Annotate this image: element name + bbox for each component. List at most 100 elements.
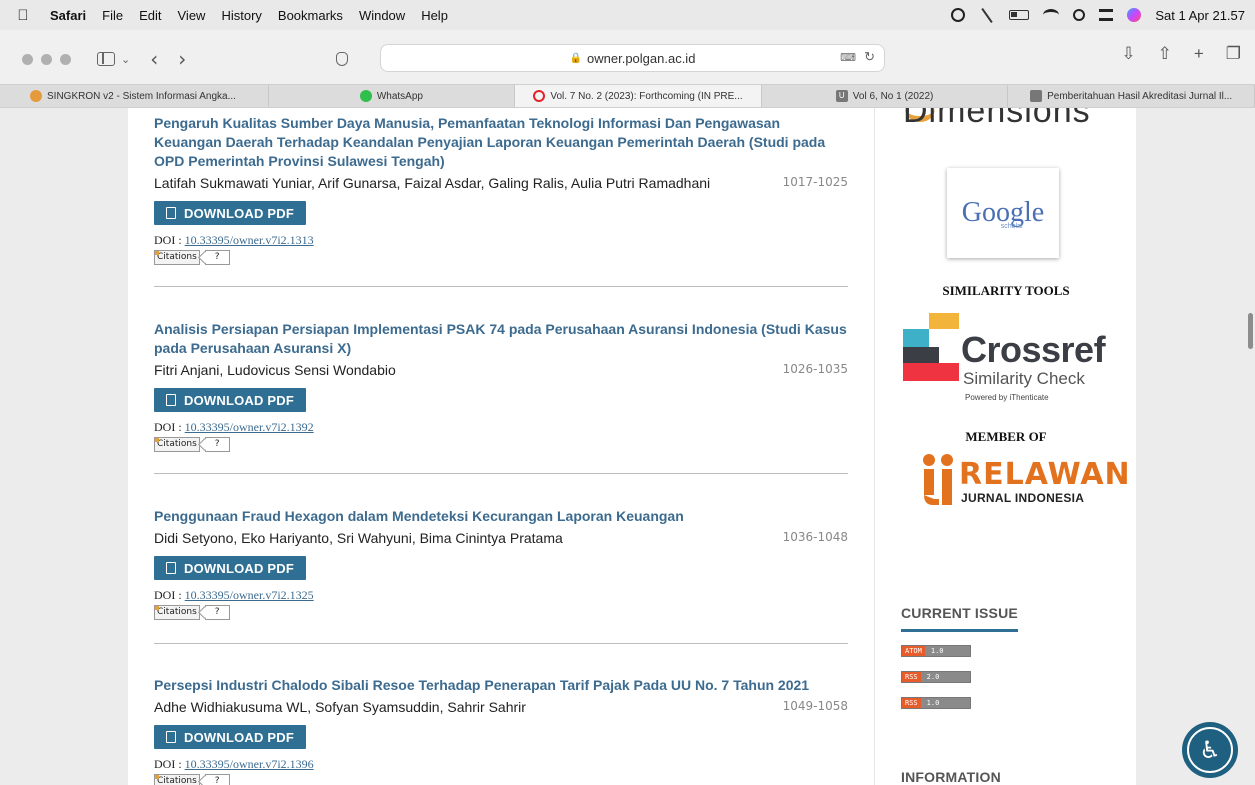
battery-icon[interactable] — [1009, 10, 1030, 20]
menu-app-safari[interactable]: Safari — [50, 8, 86, 23]
citations-badge[interactable]: Citations ? — [154, 774, 848, 785]
macos-menubar:  Safari File Edit View History Bookmark… — [0, 0, 1255, 30]
menu-help[interactable]: Help — [421, 8, 448, 23]
close-window-button[interactable] — [22, 53, 33, 65]
citations-badge[interactable]: Citations ? — [154, 250, 848, 265]
download-pdf-button[interactable]: DOWNLOAD PDF — [154, 556, 306, 580]
menu-window[interactable]: Window — [359, 8, 405, 23]
menu-history[interactable]: History — [221, 8, 261, 23]
sidebar-toggle-icon[interactable] — [97, 52, 115, 66]
reload-icon[interactable]: ↻ — [864, 49, 875, 65]
article-authors: Adhe Widhiakusuma WL, Sofyan Syamsuddin,… — [154, 699, 526, 715]
doi-link[interactable]: 10.33395/owner.v7i2.1313 — [185, 233, 314, 247]
article-separator — [154, 286, 848, 287]
privacy-shield-icon[interactable] — [336, 52, 349, 66]
tab-vol6[interactable]: U Vol 6, No 1 (2022) — [762, 85, 1009, 107]
relawan-jurnal-logo[interactable]: RELAWAN JURNAL INDONESIA — [921, 453, 1130, 513]
article-title[interactable]: Persepsi Industri Chalodo Sibali Resoe T… — [154, 676, 848, 695]
crossref-powered: Powered by iThenticate — [965, 393, 1049, 402]
minimize-window-button[interactable] — [41, 53, 52, 65]
tab-label: Vol. 7 No. 2 (2023): Forthcoming (IN PRE… — [550, 90, 743, 102]
tab-label: Vol 6, No 1 (2022) — [852, 90, 934, 102]
tab-singkron[interactable]: SINGKRON v2 - Sistem Informasi Angka... — [0, 85, 269, 107]
article-item: Persepsi Industri Chalodo Sibali Resoe T… — [154, 676, 848, 785]
lock-icon: 🔒 — [569, 52, 583, 64]
article-item: Pengaruh Kualitas Sumber Daya Manusia, P… — [154, 114, 848, 265]
article-pages: 1017-1025 — [782, 175, 848, 189]
doi-label: DOI : — [154, 588, 182, 602]
tab-akreditasi[interactable]: Pemberitahuan Hasil Akreditasi Jurnal Il… — [1008, 85, 1255, 107]
similarity-tools-heading: SIMILARITY TOOLS — [942, 283, 1070, 298]
tab-owner-journal[interactable]: Vol. 7 No. 2 (2023): Forthcoming (IN PRE… — [515, 85, 762, 107]
article-title[interactable]: Pengaruh Kualitas Sumber Daya Manusia, P… — [154, 114, 848, 171]
tab-overview-icon[interactable]: ❐ — [1226, 44, 1241, 64]
doi-label: DOI : — [154, 757, 182, 771]
scholar-wordmark: scholar — [1000, 222, 1024, 230]
dimensions-logo[interactable]: Dimensions — [903, 108, 1091, 131]
article-item: Penggunaan Fraud Hexagon dalam Mendeteks… — [154, 507, 848, 620]
tab-whatsapp[interactable]: WhatsApp — [269, 85, 516, 107]
article-authors: Latifah Sukmawati Yuniar, Arif Gunarsa, … — [154, 175, 711, 191]
toolbar-right-actions: ⇩ ⇧ + ❐ — [1121, 44, 1241, 64]
zoom-window-button[interactable] — [60, 53, 71, 65]
wifi-icon[interactable] — [1043, 9, 1060, 21]
download-pdf-button[interactable]: DOWNLOAD PDF — [154, 388, 306, 412]
menu-edit[interactable]: Edit — [139, 8, 161, 23]
doi-link[interactable]: 10.33395/owner.v7i2.1325 — [185, 588, 314, 602]
article-separator — [154, 473, 848, 474]
download-pdf-button[interactable]: DOWNLOAD PDF — [154, 725, 306, 749]
downloads-icon[interactable]: ⇩ — [1121, 44, 1135, 64]
back-button[interactable]: ‹ — [150, 47, 158, 71]
citations-badge[interactable]: Citations ? — [154, 605, 848, 620]
singkron-favicon-icon — [30, 90, 42, 102]
citations-label: Citations — [154, 605, 200, 620]
menu-view[interactable]: View — [178, 8, 206, 23]
feed-version: 1.0 — [924, 646, 970, 656]
menubar-datetime[interactable]: Sat 1 Apr 21.57 — [1155, 8, 1245, 23]
doi-link[interactable]: 10.33395/owner.v7i2.1392 — [185, 420, 314, 434]
article-pages: 1036-1048 — [782, 530, 848, 544]
citations-label: Citations — [154, 774, 200, 785]
article-authors: Didi Setyono, Eko Hariyanto, Sri Wahyuni… — [154, 530, 563, 546]
citations-label: Citations — [154, 250, 200, 265]
spotlight-search-icon[interactable] — [1073, 9, 1086, 21]
article-title[interactable]: Analisis Persiapan Persiapan Implementas… — [154, 320, 848, 358]
url-text: owner.polgan.ac.id — [587, 50, 696, 66]
menu-bookmarks[interactable]: Bookmarks — [278, 8, 343, 23]
article-doi: DOI : 10.33395/owner.v7i2.1392 — [154, 420, 848, 435]
accessibility-button[interactable]: ♿ — [1182, 722, 1238, 778]
bluetooth-off-icon[interactable] — [979, 8, 995, 22]
feed-key: RSS — [902, 672, 921, 682]
web-viewport: Pengaruh Kualitas Sumber Daya Manusia, P… — [0, 108, 1255, 785]
citations-count: ? — [204, 250, 230, 265]
download-pdf-button[interactable]: DOWNLOAD PDF — [154, 201, 306, 225]
creative-cloud-icon[interactable] — [951, 8, 966, 22]
tab-bar: SINGKRON v2 - Sistem Informasi Angka... … — [0, 84, 1255, 108]
google-scholar-logo[interactable]: Google scholar — [947, 168, 1059, 258]
feed-version: 2.0 — [920, 672, 970, 682]
menu-file[interactable]: File — [102, 8, 123, 23]
member-of-heading: MEMBER OF — [965, 429, 1047, 444]
apple-menu-icon[interactable]:  — [16, 7, 30, 24]
forward-button[interactable]: › — [178, 47, 186, 71]
article-authors: Fitri Anjani, Ludovicus Sensi Wondabio — [154, 362, 396, 378]
control-center-icon[interactable] — [1099, 9, 1114, 21]
rss1-feed-badge[interactable]: RSS 1.0 — [901, 697, 971, 709]
new-tab-button[interactable]: + — [1194, 44, 1204, 64]
download-label: DOWNLOAD PDF — [184, 729, 294, 745]
article-title[interactable]: Penggunaan Fraud Hexagon dalam Mendeteks… — [154, 507, 848, 526]
atom-feed-badge[interactable]: ATOM 1.0 — [901, 645, 971, 657]
citations-badge[interactable]: Citations ? — [154, 437, 848, 452]
page-scrollbar[interactable] — [1248, 313, 1253, 349]
doi-link[interactable]: 10.33395/owner.v7i2.1396 — [185, 757, 314, 771]
journal-sidebar: Dimensions Google scholar SIMILARITY TOO… — [874, 108, 1136, 785]
article-pages: 1049-1058 — [782, 699, 848, 713]
address-bar[interactable]: 🔒 owner.polgan.ac.id ⌨ ↻ — [380, 44, 885, 72]
share-icon[interactable]: ⇧ — [1158, 44, 1172, 64]
chevron-down-icon[interactable]: ⌄ — [121, 53, 130, 66]
siri-icon[interactable] — [1127, 8, 1142, 22]
crossref-similarity-logo[interactable]: Crossref Similarity Check Powered by iTh… — [903, 313, 1133, 413]
rss2-feed-badge[interactable]: RSS 2.0 — [901, 671, 971, 683]
translate-icon[interactable]: ⌨ — [840, 51, 856, 64]
journal-favicon-icon — [533, 90, 546, 102]
